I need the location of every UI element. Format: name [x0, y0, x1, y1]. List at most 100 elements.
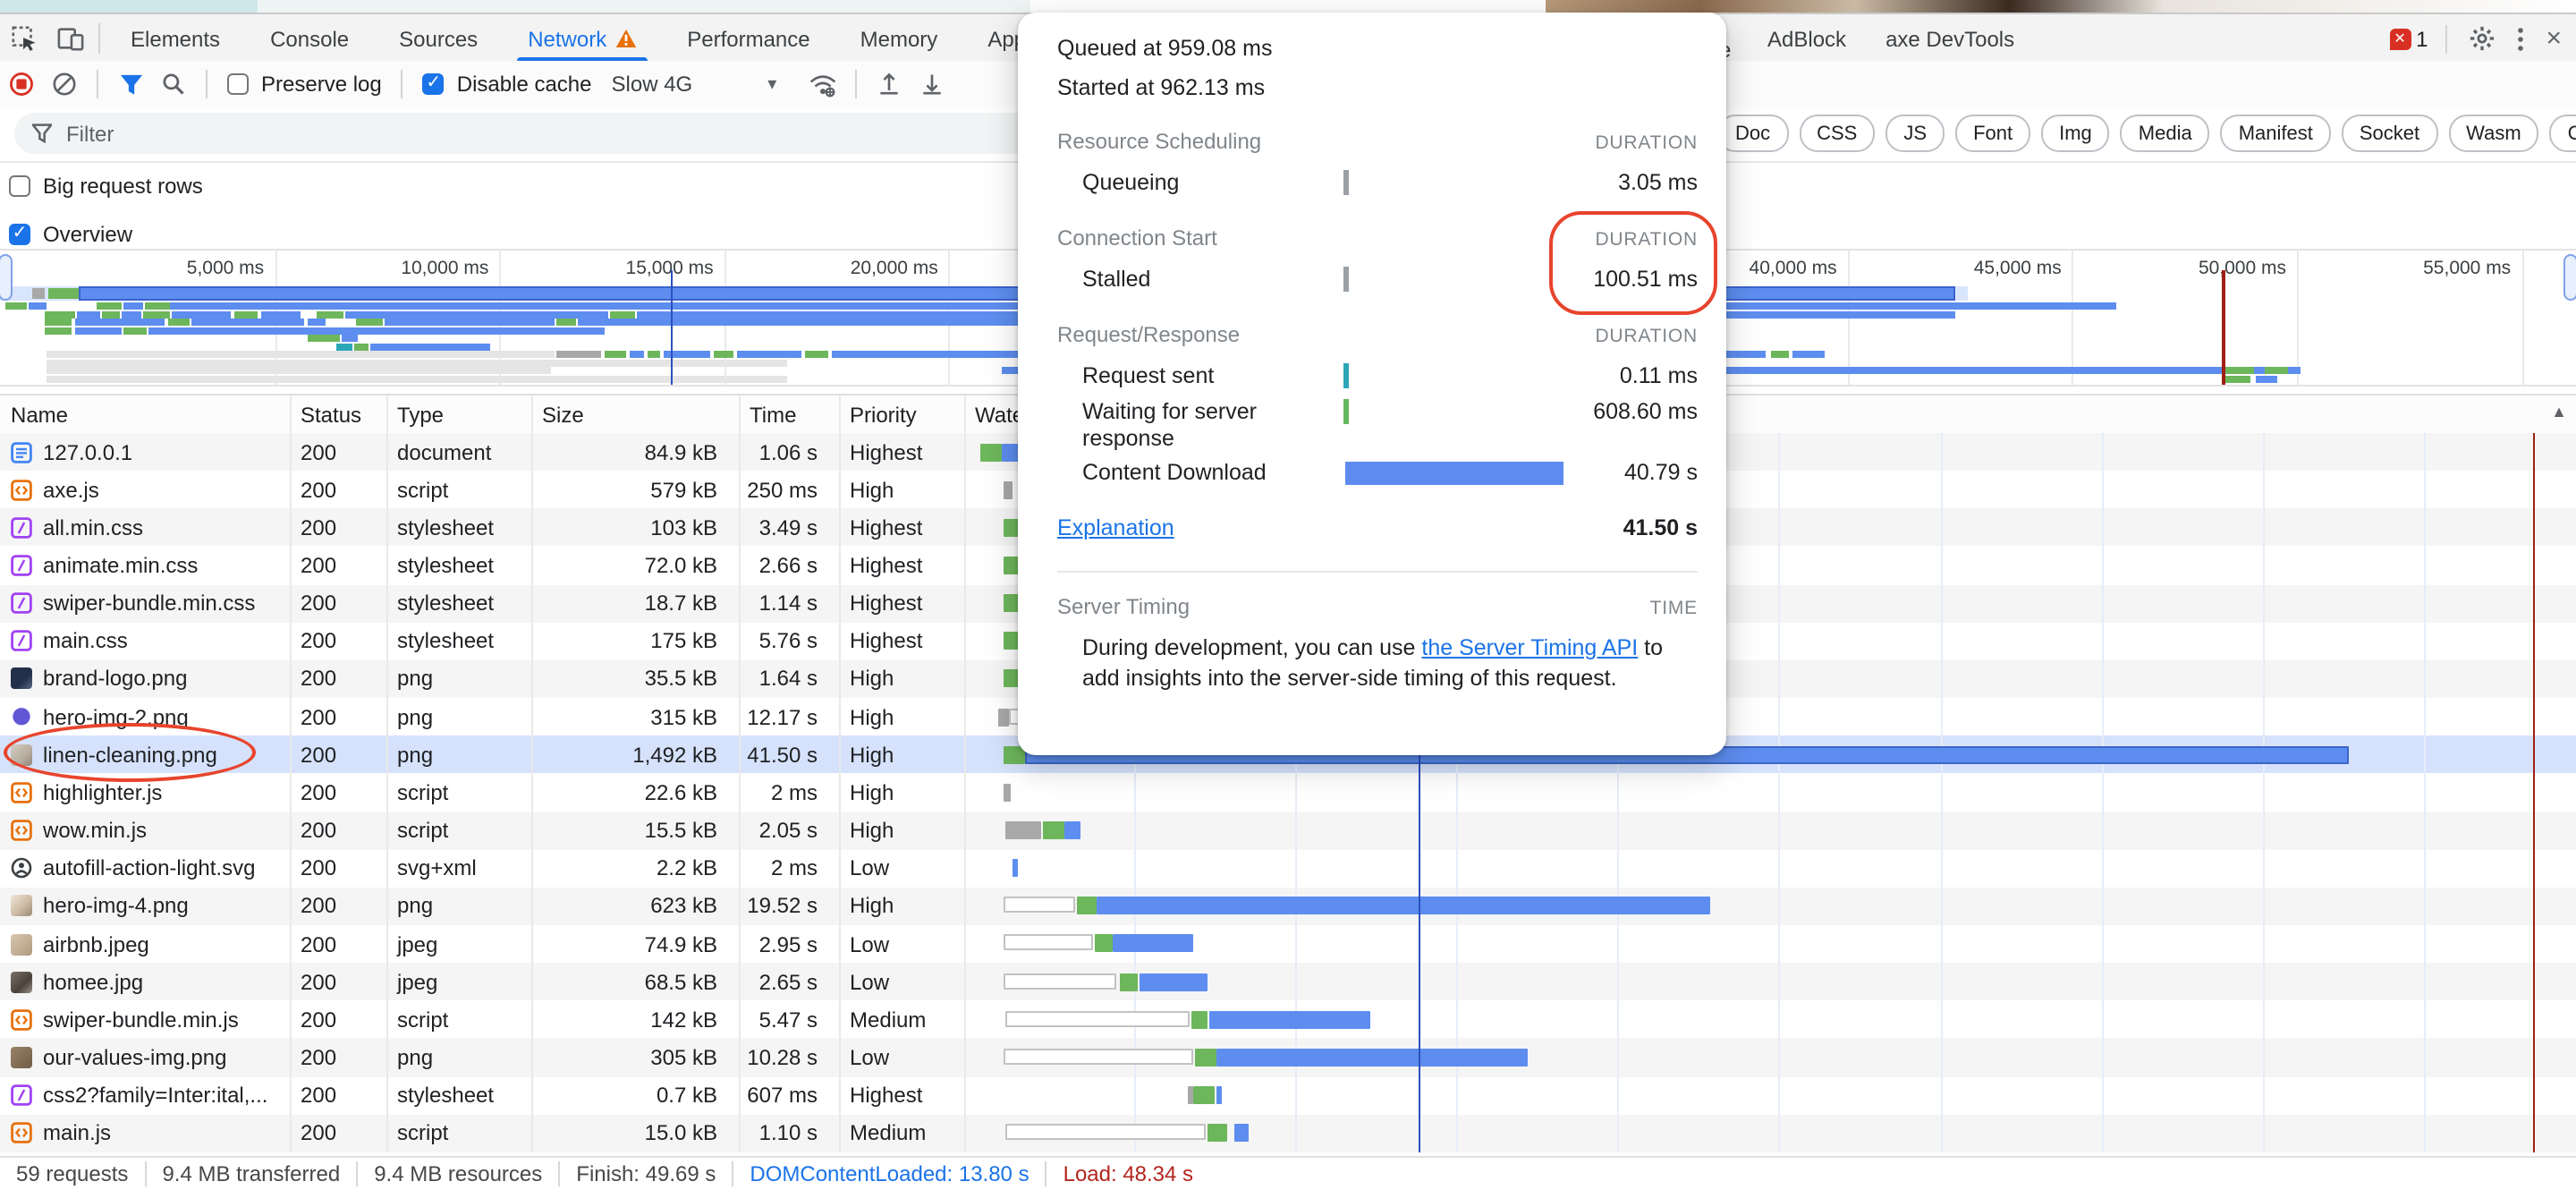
table-row[interactable]: wow.min.js200script15.5 kB2.05 sHigh	[0, 812, 2576, 849]
clear-network-log-icon[interactable]	[43, 63, 86, 106]
chip-js[interactable]: JS	[1885, 115, 1945, 152]
table-row[interactable]: autofill-action-light.svg200svg+xml2.2 k…	[0, 849, 2576, 887]
tab-elements[interactable]: Elements	[106, 14, 245, 63]
table-row[interactable]: homee.jpg200jpeg68.5 kB2.65 sLow	[0, 963, 2576, 1000]
preserve-log-checkbox[interactable]: Preserve log	[227, 72, 382, 97]
close-icon[interactable]: ×	[2546, 23, 2562, 54]
request-name: animate.min.css	[43, 553, 198, 578]
overview-bar	[123, 302, 143, 310]
chip-doc[interactable]: Doc	[1717, 115, 1788, 152]
chip-wasm[interactable]: Wasm	[2448, 115, 2539, 152]
chip-css[interactable]: CSS	[1799, 115, 1875, 152]
grid-line	[2521, 251, 2523, 385]
size-cell: 18.7 kB	[531, 584, 717, 622]
throttling-dropdown[interactable]: Slow 4G ▾	[612, 72, 777, 97]
column-header-time[interactable]: Time	[739, 395, 839, 435]
checkbox-checked[interactable]: ✓	[423, 73, 445, 95]
tab-memory[interactable]: Memory	[835, 14, 963, 63]
overview-bar	[47, 359, 787, 366]
overview-bar	[123, 327, 147, 334]
explanation-link[interactable]: Explanation	[1057, 515, 1174, 540]
network-conditions-icon[interactable]	[801, 63, 844, 106]
chip-font[interactable]: Font	[1955, 115, 2030, 152]
chip-socket[interactable]: Socket	[2342, 115, 2437, 152]
chip-media[interactable]: Media	[2121, 115, 2210, 152]
column-header-type[interactable]: Type	[386, 395, 531, 435]
tab-sources[interactable]: Sources	[374, 14, 503, 63]
table-row[interactable]: airbnb.jpeg200jpeg74.9 kB2.95 sLow	[0, 925, 2576, 963]
priority-cell: Highest	[839, 623, 964, 660]
checkbox-unchecked[interactable]	[9, 174, 30, 196]
settings-gear-icon[interactable]	[2469, 25, 2496, 52]
tab-performance[interactable]: Performance	[662, 14, 835, 63]
overview-right-handle[interactable]	[2563, 254, 2576, 301]
time-cell: 250 ms	[739, 471, 818, 508]
waterfall-bar	[1216, 1086, 1222, 1104]
priority-cell: Low	[839, 849, 964, 887]
table-row[interactable]: our-values-img.png200png305 kB10.28 sLow	[0, 1039, 2576, 1076]
name-cell: our-values-img.png	[0, 1039, 290, 1076]
chip-manifest[interactable]: Manifest	[2221, 115, 2331, 152]
checkbox-unchecked[interactable]	[227, 73, 249, 95]
section-header: Resource SchedulingDURATION	[1057, 129, 1698, 156]
timing-section: Request/ResponseDURATIONRequest sent0.11…	[1057, 322, 1698, 494]
tab-console[interactable]: Console	[245, 14, 374, 63]
status-item: Load: 48.34 s	[1047, 1161, 1209, 1186]
import-har-icon[interactable]	[868, 63, 911, 106]
server-timing-api-link[interactable]: the Server Timing API	[1421, 635, 1638, 660]
column-divider	[290, 395, 292, 435]
ruler-label: 5,000 ms	[121, 258, 264, 279]
chip-other[interactable]: Other	[2550, 115, 2576, 152]
overview-bar	[342, 335, 358, 342]
image-thumbnail	[11, 668, 32, 690]
timing-row: Queueing3.05 ms	[1057, 168, 1698, 200]
waterfall-bar	[1004, 784, 1011, 802]
overview-bar	[356, 319, 383, 326]
status-cell: 200	[290, 925, 386, 963]
tab-network[interactable]: Network	[503, 14, 662, 63]
type-cell: stylesheet	[386, 547, 531, 584]
overview-bar	[317, 310, 343, 318]
column-header-status[interactable]: Status	[290, 395, 386, 435]
column-header-size[interactable]: Size	[531, 395, 739, 435]
table-row[interactable]: main.js200script15.0 kB1.10 sMedium	[0, 1114, 2576, 1152]
overview-left-handle[interactable]	[0, 254, 13, 301]
column-divider	[739, 395, 741, 435]
overview-bar	[1771, 351, 1789, 358]
request-name: brand-logo.png	[43, 667, 187, 692]
overview-bar	[2265, 367, 2288, 374]
disable-cache-checkbox[interactable]: ✓ Disable cache	[423, 72, 592, 97]
table-row[interactable]: css2?family=Inter:ital,...200stylesheet0…	[0, 1076, 2576, 1114]
table-row[interactable]: highlighter.js200script22.6 kB2 msHigh	[0, 774, 2576, 812]
request-type-chips: Doc CSS JS Font Img Media Manifest Socket Wasm Ot…	[1717, 115, 2576, 152]
record-stop-icon[interactable]	[0, 63, 43, 106]
name-cell: airbnb.jpeg	[0, 925, 290, 963]
big-request-rows-option[interactable]: Big request rows	[0, 161, 1082, 209]
search-icon[interactable]	[152, 63, 195, 106]
column-header-name[interactable]: Name	[0, 395, 290, 435]
preserve-log-label: Preserve log	[261, 72, 382, 97]
error-badge-icon[interactable]: ✕	[2389, 28, 2411, 49]
overview-bar	[143, 310, 170, 318]
table-row[interactable]: hero-img-4.png200png623 kB19.52 sHigh	[0, 888, 2576, 925]
filter-funnel-icon[interactable]	[109, 63, 152, 106]
priority-cell: Highest	[839, 1076, 964, 1114]
type-cell: png	[386, 660, 531, 698]
priority-cell: Highest	[839, 433, 964, 471]
status-cell: 200	[290, 471, 386, 508]
tab-axe-devtools[interactable]: axe DevTools	[1885, 26, 2014, 51]
export-har-icon[interactable]	[911, 63, 953, 106]
tab-adblock[interactable]: AdBlock	[1767, 26, 1846, 51]
scroll-up-arrow[interactable]: ▲	[2551, 403, 2567, 421]
overview-bar	[2225, 367, 2254, 374]
more-options-icon[interactable]	[2517, 26, 2524, 51]
waterfall-bar	[1004, 1049, 1193, 1065]
checkbox-checked[interactable]: ✓	[9, 223, 30, 244]
column-header-priority[interactable]: Priority	[839, 395, 964, 435]
device-toolbar-icon[interactable]	[47, 14, 93, 63]
grid-line	[1848, 251, 1850, 385]
table-row[interactable]: swiper-bundle.min.js200script142 kB5.47 …	[0, 1001, 2576, 1039]
inspect-element-icon[interactable]	[0, 14, 47, 63]
overview-bar	[308, 335, 340, 342]
chip-img[interactable]: Img	[2041, 115, 2110, 152]
